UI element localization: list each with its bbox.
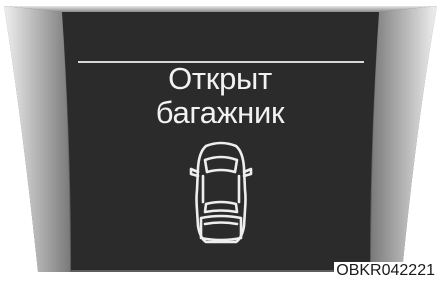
message-line-2: багажник: [155, 95, 285, 130]
cluster-display: Открыт багажник OBKR042221: [0, 0, 441, 284]
car-trunk-open-icon: [189, 141, 253, 244]
figure-code: OBKR042221: [334, 262, 437, 280]
message-line-1: Открыт: [168, 61, 272, 96]
